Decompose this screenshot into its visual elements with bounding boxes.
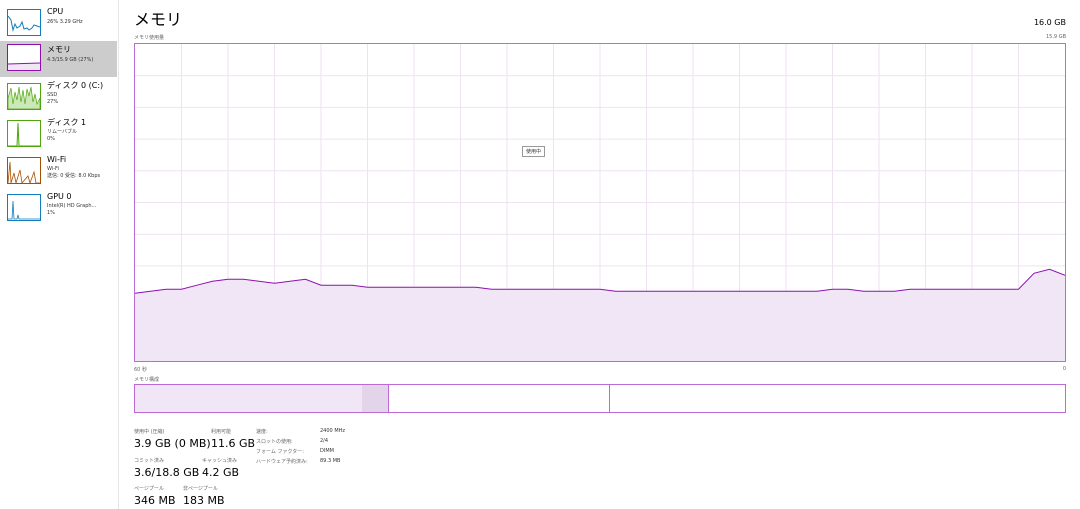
hardware-reserved-label: ハードウェア予約済み: — [256, 459, 308, 465]
sidebar: CPU 26% 3.29 GHz メモリ 4.3/15.9 GB (27%) デ… — [0, 0, 119, 509]
graph-tooltip: 使用中 — [522, 146, 546, 157]
paged-pool-value: 346 MB — [134, 494, 176, 507]
page-title: メモリ — [134, 10, 183, 29]
composition-label: メモリ構成 — [134, 377, 160, 383]
sidebar-item-wifi[interactable]: Wi-Fi Wi-Fi 送信: 0 受信: 8.0 Kbps — [0, 154, 117, 190]
memory-usage-chart — [134, 44, 1066, 361]
sidebar-item-memory[interactable]: メモリ 4.3/15.9 GB (27%) — [0, 41, 117, 77]
sidebar-item-subtitle: 4.3/15.9 GB (27%) — [47, 57, 94, 63]
nonpaged-pool-value: 183 MB — [183, 494, 225, 507]
sidebar-item-subtitle: Wi-Fi — [47, 166, 59, 172]
sidebar-item-title: CPU — [47, 7, 64, 16]
form-factor-value: DIMM — [320, 448, 334, 454]
sidebar-item-detail: 0% — [47, 136, 55, 142]
wifi-thumbnail — [7, 157, 41, 184]
graph-max-label: 15.9 GB — [1045, 34, 1066, 40]
composition-segment-standby[interactable] — [388, 385, 609, 412]
paged-pool-label: ページプール — [134, 486, 164, 492]
sidebar-item-subtitle: 26% 3.29 GHz — [47, 19, 83, 25]
sidebar-item-title: ディスク 1 — [47, 118, 87, 127]
nonpaged-pool-label: 非ページプール — [183, 486, 218, 492]
sidebar-item-disk-1[interactable]: ディスク 1 リムーバブル 0% — [0, 117, 117, 153]
disk-0-thumbnail — [7, 83, 41, 110]
in-use-value: 3.9 GB (0 MB) — [134, 437, 211, 450]
slots-value: 2/4 — [320, 438, 329, 444]
sidebar-item-subtitle: リムーバブル — [47, 129, 77, 135]
memory-composition-bar[interactable] — [134, 384, 1066, 413]
sidebar-item-title: GPU 0 — [47, 192, 72, 201]
available-value: 11.6 GB — [211, 437, 256, 450]
cpu-thumbnail — [7, 9, 41, 36]
disk-1-thumbnail — [7, 120, 41, 147]
total-memory: 16.0 GB — [1033, 18, 1066, 27]
hardware-reserved-value: 89.3 MB — [320, 458, 341, 464]
sidebar-item-disk-0[interactable]: ディスク 0 (C:) SSD 27% — [0, 80, 117, 116]
speed-label: 速度: — [256, 429, 268, 435]
graph-min-label: 0 — [1062, 366, 1066, 372]
memory-thumbnail — [7, 44, 41, 71]
speed-value: 2400 MHz — [320, 428, 346, 434]
composition-segment-modified[interactable] — [362, 385, 388, 412]
sidebar-item-title: Wi-Fi — [47, 155, 67, 164]
sidebar-item-cpu[interactable]: CPU 26% 3.29 GHz — [0, 6, 117, 42]
composition-segment-free[interactable] — [609, 385, 1065, 412]
cached-value: 4.2 GB — [202, 466, 240, 479]
gpu-0-thumbnail — [7, 194, 41, 221]
available-label: 利用可能 — [211, 429, 232, 435]
committed-label: コミット済み — [134, 458, 165, 464]
sidebar-item-subtitle: SSD — [47, 92, 58, 98]
sidebar-item-detail: 送信: 0 受信: 8.0 Kbps — [47, 173, 101, 179]
sidebar-item-detail: 27% — [47, 99, 59, 105]
sidebar-item-subtitle: Intel(R) HD Graph... — [47, 203, 97, 209]
form-factor-label: フォーム ファクター: — [256, 449, 304, 455]
composition-segment-in-use[interactable] — [135, 385, 362, 412]
sidebar-item-detail: 1% — [47, 210, 55, 216]
committed-value: 3.6/18.8 GB — [134, 466, 200, 479]
graph-time-label: 60 秒 — [134, 367, 147, 373]
cached-label: キャッシュ済み — [202, 458, 238, 464]
in-use-label: 使用中 (圧縮) — [134, 429, 165, 435]
graph-label: メモリ使用量 — [134, 35, 165, 41]
memory-usage-graph[interactable] — [134, 43, 1066, 362]
sidebar-item-title: メモリ — [47, 45, 71, 54]
sidebar-item-title: ディスク 0 (C:) — [47, 81, 104, 90]
sidebar-item-gpu-0[interactable]: GPU 0 Intel(R) HD Graph... 1% — [0, 191, 117, 227]
slots-label: スロットの使用: — [256, 439, 293, 445]
